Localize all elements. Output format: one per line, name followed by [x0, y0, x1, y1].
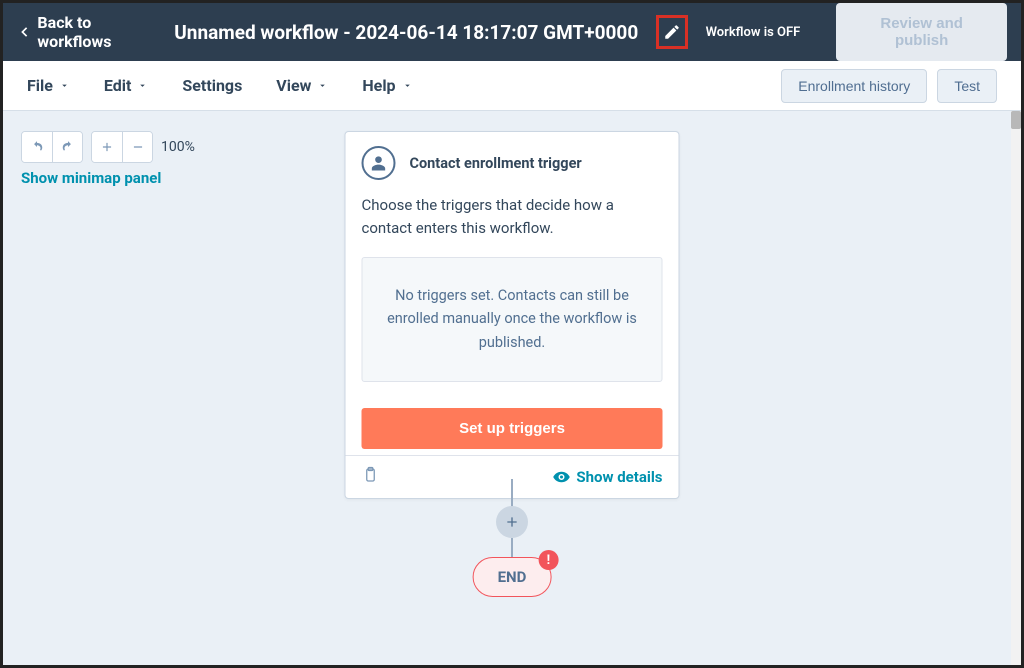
enrollment-trigger-card[interactable]: Contact enrollment trigger Choose the tr…: [345, 131, 680, 499]
eye-icon: [552, 468, 570, 486]
edit-title-button[interactable]: [656, 15, 687, 49]
menu-file[interactable]: File: [27, 76, 70, 95]
setup-triggers-button[interactable]: Set up triggers: [362, 408, 663, 449]
review-publish-button[interactable]: Review and publish: [836, 3, 1007, 61]
top-header: Back to workflows Unnamed workflow - 202…: [3, 3, 1021, 61]
chevron-down-icon: [59, 80, 70, 91]
zoom-level: 100%: [161, 139, 195, 155]
undo-button[interactable]: [22, 132, 52, 162]
minus-icon: [131, 140, 145, 154]
menu-edit-label: Edit: [104, 76, 132, 95]
zoom-in-button[interactable]: [92, 132, 122, 162]
canvas[interactable]: 100% Show minimap panel Contact enrollme…: [3, 111, 1021, 665]
contact-icon: [362, 146, 396, 180]
enrollment-history-button[interactable]: Enrollment history: [781, 69, 927, 103]
alert-badge: !: [538, 550, 558, 570]
menu-help[interactable]: Help: [362, 76, 412, 95]
menu-edit[interactable]: Edit: [104, 76, 149, 95]
workflow-status: Workflow is OFF: [706, 25, 801, 40]
show-details-label: Show details: [576, 468, 662, 486]
chevron-down-icon: [402, 80, 413, 91]
chevron-down-icon: [137, 80, 148, 91]
menu-view[interactable]: View: [276, 76, 328, 95]
redo-icon: [61, 140, 75, 154]
show-details-link[interactable]: Show details: [552, 468, 662, 486]
clipboard-icon[interactable]: [362, 466, 380, 488]
zoom-out-button[interactable]: [122, 132, 152, 162]
workflow-title: Unnamed workflow - 2024-06-14 18:17:07 G…: [174, 21, 638, 44]
empty-triggers-box: No triggers set. Contacts can still be e…: [362, 257, 663, 383]
back-label: Back to workflows: [37, 13, 156, 51]
menu-help-label: Help: [362, 76, 395, 95]
back-to-workflows-link[interactable]: Back to workflows: [17, 13, 156, 51]
plus-icon: [504, 514, 520, 530]
menu-bar: File Edit Settings View Help Enrollment …: [3, 61, 1021, 111]
show-minimap-link[interactable]: Show minimap panel: [21, 169, 161, 187]
menu-file-label: File: [27, 76, 53, 95]
chevron-left-icon: [17, 24, 31, 40]
plus-icon: [100, 140, 114, 154]
card-description: Choose the triggers that decide how a co…: [346, 186, 679, 257]
scrollbar-track[interactable]: [1011, 111, 1021, 665]
menu-view-label: View: [276, 76, 311, 95]
undo-redo-group: [21, 131, 83, 163]
menu-settings[interactable]: Settings: [182, 76, 242, 95]
add-step-button[interactable]: [496, 506, 528, 538]
scrollbar-thumb[interactable]: [1011, 111, 1021, 129]
zoom-group: [91, 131, 153, 163]
undo-icon: [30, 140, 44, 154]
chevron-down-icon: [317, 80, 328, 91]
end-node[interactable]: END !: [473, 557, 552, 597]
menu-settings-label: Settings: [182, 76, 242, 95]
canvas-toolbar: 100%: [21, 131, 195, 163]
pencil-icon: [663, 23, 681, 41]
test-button[interactable]: Test: [937, 69, 997, 103]
redo-button[interactable]: [52, 132, 82, 162]
connector-line: [511, 479, 513, 507]
card-title: Contact enrollment trigger: [410, 155, 582, 172]
card-header: Contact enrollment trigger: [346, 132, 679, 186]
end-label: END: [498, 568, 527, 586]
